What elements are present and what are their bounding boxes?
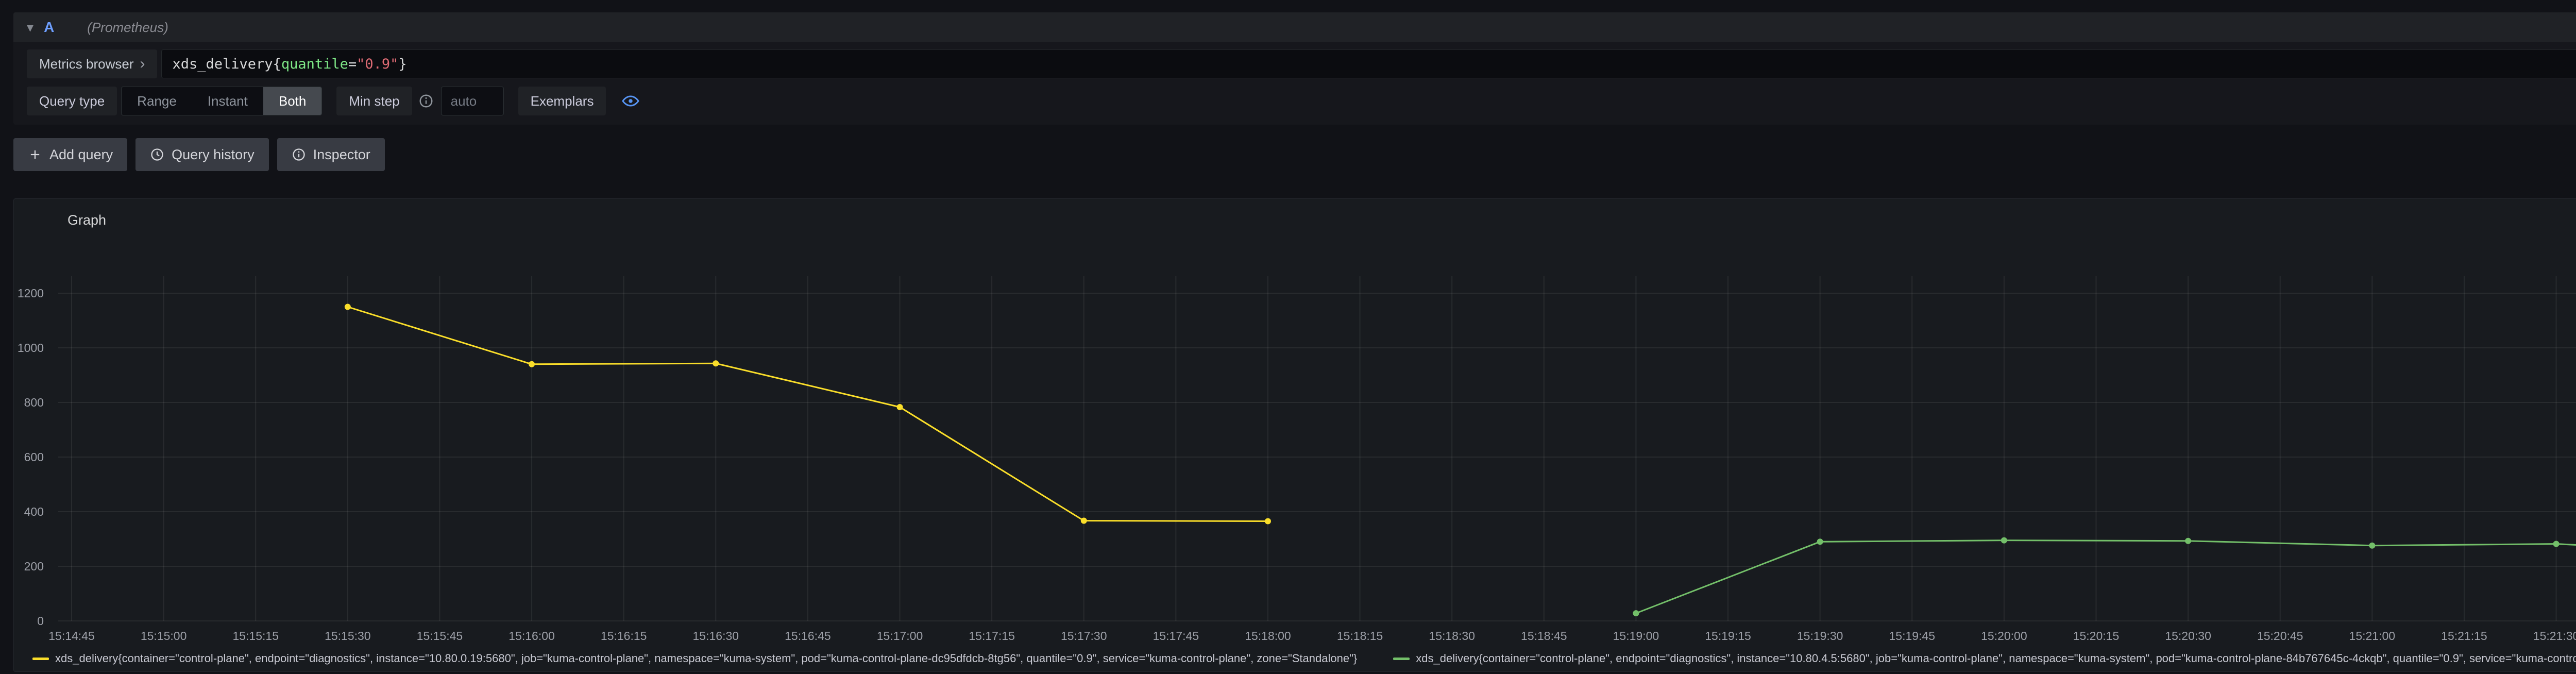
- exemplars-label: Exemplars: [518, 87, 606, 115]
- legend-series-label: xds_delivery{container="control-plane", …: [1416, 652, 2576, 665]
- svg-text:1200: 1200: [18, 287, 44, 300]
- svg-text:15:17:15: 15:17:15: [969, 629, 1015, 643]
- metrics-browser-button[interactable]: Metrics browser ›: [27, 49, 157, 78]
- svg-text:15:17:30: 15:17:30: [1061, 629, 1107, 643]
- expr-operator-token: =: [348, 56, 357, 72]
- info-circle-icon: [292, 147, 306, 162]
- query-type-instant-option[interactable]: Instant: [192, 87, 263, 115]
- explore-view: ▾ A (Prometheus) Metrics browser: [0, 0, 2576, 674]
- svg-text:15:20:00: 15:20:00: [1981, 629, 2027, 643]
- collapse-query-row-icon[interactable]: ▾: [27, 21, 33, 34]
- query-history-label: Query history: [172, 147, 255, 163]
- inspector-button[interactable]: Inspector: [277, 138, 385, 171]
- svg-text:15:16:00: 15:16:00: [509, 629, 555, 643]
- expr-label-name-token: quantile: [281, 56, 348, 72]
- inspector-label: Inspector: [313, 147, 370, 163]
- svg-text:400: 400: [24, 505, 44, 518]
- add-query-button[interactable]: Add query: [13, 138, 127, 171]
- svg-text:15:16:45: 15:16:45: [785, 629, 831, 643]
- svg-text:15:21:00: 15:21:00: [2349, 629, 2396, 643]
- svg-text:15:17:45: 15:17:45: [1153, 629, 1199, 643]
- query-history-button[interactable]: Query history: [135, 138, 269, 171]
- svg-text:15:18:00: 15:18:00: [1245, 629, 1291, 643]
- angle-right-icon: ›: [140, 56, 145, 72]
- svg-text:15:19:30: 15:19:30: [1797, 629, 1843, 643]
- query-type-range-option[interactable]: Range: [122, 87, 192, 115]
- graph-legend: xds_delivery{container="control-plane", …: [32, 652, 2576, 665]
- query-options-row: Query type Range Instant Both Min step E…: [13, 78, 2576, 115]
- svg-text:15:18:45: 15:18:45: [1521, 629, 1567, 643]
- time-series-chart[interactable]: 0 200 400 600 800 1000 1200 15:14:45 15:15:00 15:…: [14, 199, 2576, 670]
- svg-text:0: 0: [37, 614, 44, 628]
- query-type-label: Query type: [27, 87, 117, 115]
- expr-metric-token: xds_delivery{: [172, 56, 281, 72]
- query-editor-row: Metrics browser › xds_delivery{quantile=…: [13, 42, 2576, 78]
- svg-text:15:21:15: 15:21:15: [2441, 629, 2487, 643]
- expr-close-token: }: [398, 56, 406, 72]
- legend-item[interactable]: xds_delivery{container="control-plane", …: [1393, 652, 2576, 665]
- svg-text:600: 600: [24, 450, 44, 464]
- clock-icon: [150, 147, 164, 162]
- svg-text:15:15:30: 15:15:30: [325, 629, 371, 643]
- svg-text:15:19:00: 15:19:00: [1613, 629, 1659, 643]
- query-editor-card: ▾ A (Prometheus) Metrics browser: [13, 12, 2576, 125]
- panel-title: Graph: [67, 212, 106, 228]
- metrics-browser-label: Metrics browser: [39, 56, 133, 72]
- query-row-header[interactable]: ▾ A (Prometheus): [13, 12, 2576, 42]
- datasource-hint: (Prometheus): [87, 20, 168, 36]
- min-step-input[interactable]: [441, 87, 504, 115]
- svg-text:15:17:00: 15:17:00: [877, 629, 923, 643]
- min-step-info-icon[interactable]: [418, 93, 434, 109]
- svg-text:15:20:45: 15:20:45: [2257, 629, 2303, 643]
- svg-text:15:15:00: 15:15:00: [141, 629, 187, 643]
- svg-text:1000: 1000: [18, 341, 44, 355]
- exemplars-toggle-icon[interactable]: [621, 92, 640, 110]
- explore-toolbar: Add query Query history Inspector: [13, 138, 385, 171]
- plus-icon: [28, 147, 42, 162]
- svg-text:15:14:45: 15:14:45: [48, 629, 95, 643]
- query-type-both-option[interactable]: Both: [263, 87, 322, 115]
- svg-text:15:16:30: 15:16:30: [693, 629, 739, 643]
- svg-text:15:15:45: 15:15:45: [417, 629, 463, 643]
- legend-series-swatch: [1393, 658, 1410, 660]
- svg-text:15:20:30: 15:20:30: [2165, 629, 2211, 643]
- svg-text:15:15:15: 15:15:15: [232, 629, 279, 643]
- promql-expression-input[interactable]: xds_delivery{quantile="0.9"}: [161, 49, 2576, 78]
- min-step-label: Min step: [336, 87, 412, 115]
- svg-text:15:20:15: 15:20:15: [2073, 629, 2120, 643]
- graph-panel: Graph Lines Bars Points Stacked lines St…: [13, 198, 2576, 672]
- query-ref-id: A: [44, 19, 54, 36]
- svg-text:800: 800: [24, 396, 44, 409]
- svg-text:15:21:30: 15:21:30: [2533, 629, 2576, 643]
- legend-series-swatch: [32, 658, 49, 660]
- add-query-label: Add query: [49, 147, 113, 163]
- svg-text:200: 200: [24, 560, 44, 573]
- svg-text:15:18:30: 15:18:30: [1429, 629, 1475, 643]
- query-type-radio-group: Range Instant Both: [121, 87, 322, 115]
- legend-series-label: xds_delivery{container="control-plane", …: [55, 652, 1357, 665]
- expr-label-value-token: "0.9": [357, 56, 398, 72]
- svg-text:15:16:15: 15:16:15: [601, 629, 647, 643]
- legend-item[interactable]: xds_delivery{container="control-plane", …: [32, 652, 1357, 665]
- grafana-explore: { "colors": { "background": "#111217", "…: [0, 0, 2576, 674]
- svg-text:15:19:45: 15:19:45: [1889, 629, 1935, 643]
- svg-text:15:18:15: 15:18:15: [1337, 629, 1383, 643]
- svg-text:15:19:15: 15:19:15: [1705, 629, 1751, 643]
